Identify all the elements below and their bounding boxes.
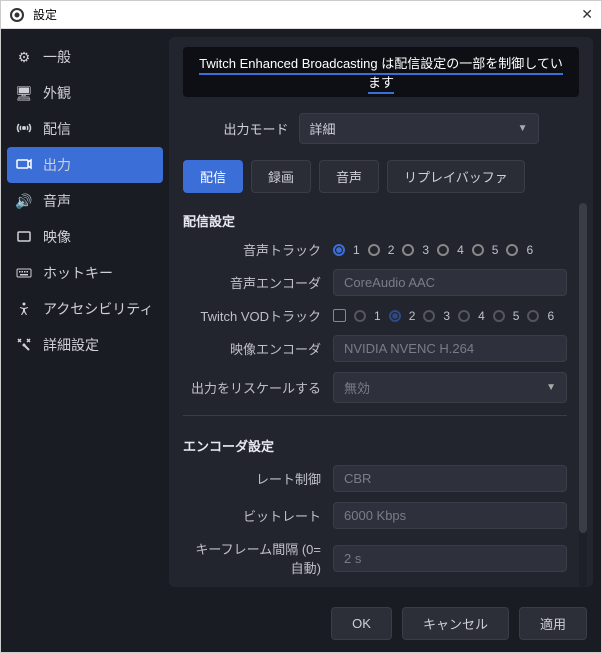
row-rate-control: レート制御 CBR	[183, 465, 567, 492]
cancel-button[interactable]: キャンセル	[402, 607, 509, 640]
settings-window: 設定 ✕ ⚙ 一般 🖥 外観 配信 出力	[0, 0, 602, 653]
chevron-down-icon: ▼	[518, 123, 528, 134]
output-mode-label: 出力モード	[223, 119, 288, 138]
body: ⚙ 一般 🖥 外観 配信 出力 🔊 音声	[1, 29, 601, 595]
vod-track-group: 1 2 3 4 5 6	[333, 309, 567, 323]
tab-replay[interactable]: リプレイバッファ	[387, 160, 525, 193]
tab-audio[interactable]: 音声	[319, 160, 379, 193]
audio-track-3[interactable]	[402, 244, 414, 256]
chevron-down-icon: ▼	[546, 382, 556, 393]
sidebar-item-hotkeys[interactable]: ホットキー	[1, 255, 169, 291]
vod-track-5	[493, 310, 505, 322]
sidebar-item-label: 詳細設定	[43, 335, 99, 355]
video-encoder-value: NVIDIA NVENC H.264	[333, 335, 567, 362]
ok-button[interactable]: OK	[331, 607, 392, 640]
monitor-icon: 🖥	[15, 85, 33, 102]
output-mode-value: 詳細	[310, 119, 336, 138]
sidebar-item-general[interactable]: ⚙ 一般	[1, 39, 169, 75]
main-panel: Twitch Enhanced Broadcasting は配信設定の一部を制御…	[169, 37, 593, 587]
sidebar-item-advanced[interactable]: 詳細設定	[1, 327, 169, 363]
row-rescale: 出力をリスケールする 無効 ▼	[183, 372, 567, 403]
label-video-encoder: 映像エンコーダ	[183, 339, 333, 358]
row-keyframe: キーフレーム間隔 (0=自動) 2 s	[183, 539, 567, 577]
apply-button[interactable]: 適用	[519, 607, 587, 640]
vod-track-checkbox[interactable]	[333, 309, 346, 322]
audio-encoder-value: CoreAudio AAC	[333, 269, 567, 296]
sidebar-item-video[interactable]: 映像	[1, 219, 169, 255]
audio-track-1[interactable]	[333, 244, 345, 256]
sidebar-item-accessibility[interactable]: アクセシビリティ	[1, 291, 169, 327]
rate-control-value: CBR	[333, 465, 567, 492]
content-scroller[interactable]: 配信設定 音声トラック 1 2 3 4 5 6 音声エンコーダ CoreAudi…	[169, 203, 593, 587]
row-audio-encoder: 音声エンコーダ CoreAudio AAC	[183, 269, 567, 296]
output-mode-row: 出力モード 詳細 ▼	[169, 103, 593, 154]
row-video-encoder: 映像エンコーダ NVIDIA NVENC H.264	[183, 335, 567, 362]
rescale-select[interactable]: 無効 ▼	[333, 372, 567, 403]
label-audio-track: 音声トラック	[183, 240, 333, 259]
sidebar-item-label: 配信	[43, 119, 71, 139]
vod-track-3	[423, 310, 435, 322]
sidebar-item-label: 映像	[43, 227, 71, 247]
display-icon	[15, 229, 33, 245]
row-audio-track: 音声トラック 1 2 3 4 5 6	[183, 240, 567, 259]
label-keyframe: キーフレーム間隔 (0=自動)	[183, 539, 333, 577]
sidebar-item-audio[interactable]: 🔊 音声	[1, 183, 169, 219]
sidebar-item-label: 一般	[43, 47, 71, 67]
sidebar-item-label: 出力	[43, 155, 71, 175]
keyboard-icon	[15, 265, 33, 281]
sidebar-item-output[interactable]: 出力	[7, 147, 163, 183]
sidebar-item-label: 音声	[43, 191, 71, 211]
section-stream-settings: 配信設定	[183, 203, 567, 240]
app-icon	[9, 7, 25, 23]
output-tabs: 配信 録画 音声 リプレイバッファ	[169, 154, 593, 203]
audio-track-4[interactable]	[437, 244, 449, 256]
window-title: 設定	[33, 6, 565, 23]
divider	[183, 415, 567, 416]
info-banner: Twitch Enhanced Broadcasting は配信設定の一部を制御…	[183, 47, 579, 97]
label-vod-track: Twitch VODトラック	[183, 306, 333, 325]
bitrate-value: 6000 Kbps	[333, 502, 567, 529]
vod-track-1	[354, 310, 366, 322]
section-encoder-settings: エンコーダ設定	[183, 428, 567, 465]
label-rescale: 出力をリスケールする	[183, 378, 333, 397]
accessibility-icon	[15, 301, 33, 317]
banner-text: Twitch Enhanced Broadcasting は配信設定の一部を制御…	[199, 56, 563, 94]
output-icon	[15, 157, 33, 173]
titlebar: 設定 ✕	[1, 1, 601, 29]
label-audio-encoder: 音声エンコーダ	[183, 273, 333, 292]
audio-track-radios: 1 2 3 4 5 6	[333, 243, 567, 257]
label-rate-control: レート制御	[183, 469, 333, 488]
vod-track-4	[458, 310, 470, 322]
audio-track-2[interactable]	[368, 244, 380, 256]
rescale-value: 無効	[344, 378, 370, 397]
scrollbar-thumb[interactable]	[579, 203, 587, 533]
sidebar-item-label: 外観	[43, 83, 71, 103]
tab-stream[interactable]: 配信	[183, 160, 243, 193]
tab-record[interactable]: 録画	[251, 160, 311, 193]
sidebar: ⚙ 一般 🖥 外観 配信 出力 🔊 音声	[1, 29, 169, 595]
gear-icon: ⚙	[15, 49, 33, 66]
output-mode-select[interactable]: 詳細 ▼	[299, 113, 539, 144]
footer: OK キャンセル 適用	[1, 595, 601, 652]
speaker-icon: 🔊	[15, 193, 33, 210]
row-bitrate: ビットレート 6000 Kbps	[183, 502, 567, 529]
vod-track-6	[527, 310, 539, 322]
row-vod-track: Twitch VODトラック 1 2 3 4 5 6	[183, 306, 567, 325]
sidebar-item-label: ホットキー	[43, 263, 113, 283]
sidebar-item-stream[interactable]: 配信	[1, 111, 169, 147]
label-bitrate: ビットレート	[183, 506, 333, 525]
tools-icon	[15, 337, 33, 353]
vod-track-2	[389, 310, 401, 322]
antenna-icon	[15, 121, 33, 137]
sidebar-item-label: アクセシビリティ	[43, 299, 153, 319]
audio-track-6[interactable]	[506, 244, 518, 256]
close-button[interactable]: ✕	[565, 6, 593, 23]
sidebar-item-appearance[interactable]: 🖥 外観	[1, 75, 169, 111]
keyframe-value: 2 s	[333, 545, 567, 572]
audio-track-5[interactable]	[472, 244, 484, 256]
